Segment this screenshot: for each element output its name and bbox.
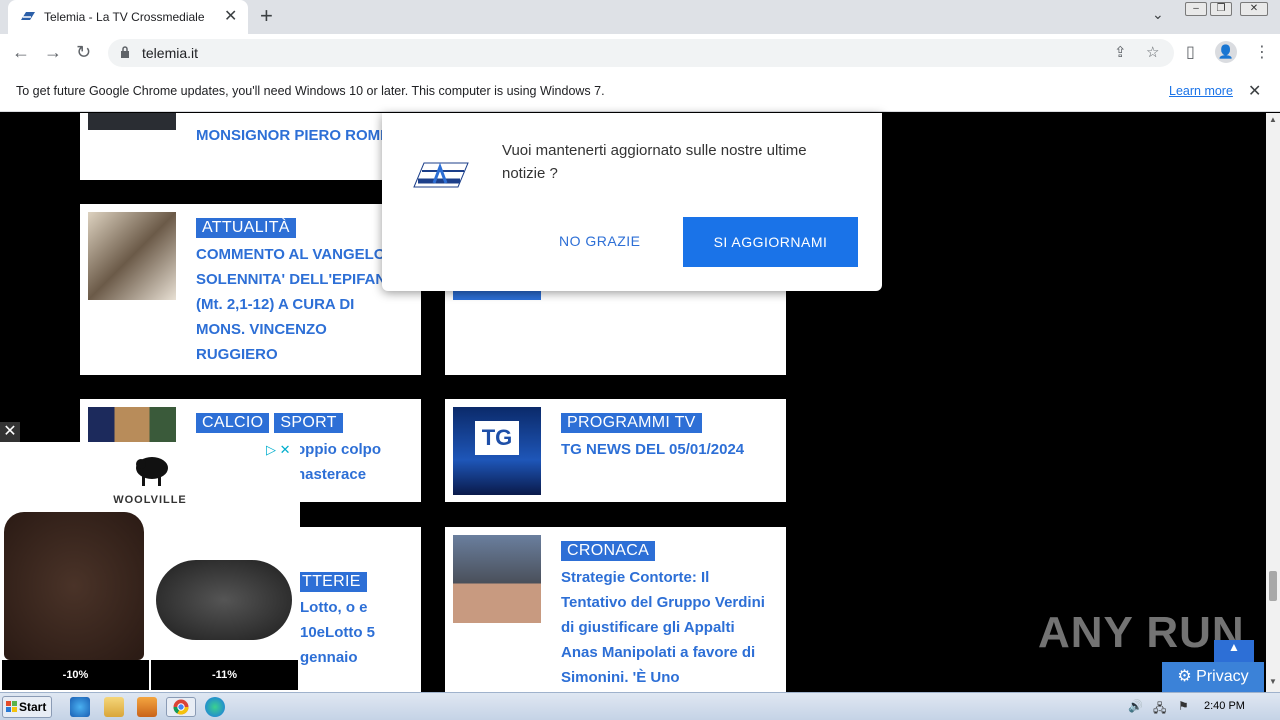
article-thumbnail[interactable] (88, 113, 176, 130)
discount-badge[interactable]: -11% (151, 660, 298, 690)
start-label: Start (19, 700, 47, 714)
windows-taskbar: Start 🔊 🖧 ⚑ 2:40 PM (0, 692, 1280, 720)
article-title[interactable]: Strategie Contorte: Il Tentativo del Gru… (561, 565, 771, 690)
sheep-logo-icon (136, 457, 168, 486)
vest-product-image[interactable] (4, 512, 144, 660)
subscribe-button[interactable]: SI AGGIORNAMI (683, 217, 858, 267)
gear-icon: ⚙ (1177, 668, 1197, 685)
advertisement[interactable]: ▷ ✕ WOOLVILLE -10% -11% (0, 442, 300, 692)
tab-search-chevron-icon[interactable]: ⌄ (1152, 6, 1164, 23)
internet-explorer-icon[interactable] (70, 697, 90, 717)
system-clock[interactable]: 2:40 PM (1204, 700, 1245, 712)
category-tag[interactable]: ATTUALITÀ (196, 218, 296, 238)
article-title[interactable]: TG NEWS DEL 05/01/2024 (561, 437, 771, 462)
privacy-button[interactable]: ⚙ Privacy (1162, 662, 1264, 692)
back-to-top-icon[interactable]: ▲ (1214, 640, 1254, 662)
address-bar[interactable]: telemia.it ⇪ ☆ (108, 39, 1174, 67)
close-window-icon[interactable]: ✕ (1240, 2, 1268, 16)
privacy-label: Privacy (1196, 668, 1249, 685)
ad-brand: WOOLVILLE (113, 494, 187, 506)
article-card[interactable]: CRONACA Strategie Contorte: Il Tentativo… (445, 527, 786, 692)
category-tag[interactable]: PROGRAMMI TV (561, 413, 702, 433)
back-arrow-icon[interactable]: ← (12, 42, 30, 63)
ad-close-icon[interactable]: ✕ (0, 422, 20, 442)
article-card[interactable]: MONSIGNOR PIERO ROMEO (80, 113, 421, 180)
slipper-product-image[interactable] (156, 560, 292, 640)
article-thumbnail[interactable] (453, 535, 541, 623)
scroll-up-icon[interactable]: ▲ (1269, 115, 1277, 124)
page-scrollbar[interactable]: ▲ ▼ (1266, 113, 1280, 692)
category-tag[interactable]: TTERIE (296, 572, 367, 592)
network-icon[interactable]: 🖧 (1153, 699, 1166, 720)
infobar-close-icon[interactable]: ✕ (1248, 81, 1261, 101)
article-card[interactable]: ATTUALITÀ COMMENTO AL VANGELO SOLENNITA'… (80, 204, 421, 375)
site-favicon-icon (21, 12, 35, 20)
scroll-down-icon[interactable]: ▼ (1269, 677, 1277, 686)
tab-title: Telemia - La TV Crossmediale (44, 10, 205, 24)
article-thumbnail[interactable] (88, 212, 176, 300)
forward-arrow-icon[interactable]: → (44, 42, 62, 63)
restore-window-icon[interactable]: ❐ (1210, 2, 1232, 16)
article-card[interactable]: TG PROGRAMMI TV TG NEWS DEL 05/01/2024 (445, 399, 786, 502)
file-explorer-icon[interactable] (104, 697, 124, 717)
category-tag[interactable]: CRONACA (561, 541, 656, 561)
menu-kebab-icon[interactable]: ⋮ (1254, 42, 1270, 62)
tg-logo-icon: TG (475, 421, 519, 455)
tab-strip: Telemia - La TV Crossmediale ✕ + ⌄ – ❐ ✕ (0, 0, 1280, 34)
action-center-flag-icon[interactable]: ⚑ (1178, 699, 1189, 713)
category-tag[interactable]: SPORT (274, 413, 343, 433)
article-title[interactable]: MONSIGNOR PIERO ROMEO (196, 123, 404, 148)
new-tab-icon[interactable]: + (260, 3, 273, 29)
browser-tab[interactable]: Telemia - La TV Crossmediale ✕ (8, 0, 248, 34)
update-infobar: To get future Google Chrome updates, you… (0, 72, 1280, 112)
learn-more-link[interactable]: Learn more (1169, 84, 1233, 98)
browser-toolbar: ← → ↻ telemia.it ⇪ ☆ ▯ 👤 ⋮ (0, 34, 1280, 72)
article-thumbnail[interactable]: TG (453, 407, 541, 495)
tab-close-icon[interactable]: ✕ (224, 6, 237, 26)
start-button[interactable]: Start (2, 696, 52, 718)
no-thanks-button[interactable]: NO GRAZIE (559, 233, 641, 249)
chrome-taskbar-button[interactable] (166, 697, 196, 717)
bookmark-star-icon[interactable]: ☆ (1146, 43, 1159, 61)
telemia-logo-icon (413, 162, 469, 188)
article-title[interactable]: COMMENTO AL VANGELO SOLENNITA' DELL'EPIF… (196, 242, 404, 367)
article-title[interactable]: oppio colpo nasterace (296, 437, 416, 487)
popup-message: Vuoi mantenerti aggiornato sulle nostre … (502, 142, 807, 182)
adchoices-icon[interactable]: ▷ ✕ (266, 442, 291, 458)
subscribe-popup: Vuoi mantenerti aggiornato sulle nostre … (382, 113, 882, 291)
windows-logo-icon (6, 701, 17, 712)
share-icon[interactable]: ⇪ (1114, 43, 1127, 61)
minimize-window-icon[interactable]: – (1185, 2, 1207, 16)
edge-icon[interactable] (205, 697, 225, 717)
article-title[interactable]: Lotto, o e 10eLotto 5 gennaio (300, 595, 420, 670)
url-text[interactable]: telemia.it (142, 45, 198, 61)
category-tag[interactable]: CALCIO (196, 413, 270, 433)
profile-avatar-icon[interactable]: 👤 (1215, 41, 1237, 63)
side-panel-icon[interactable]: ▯ (1186, 42, 1195, 62)
lock-icon (121, 46, 129, 58)
chrome-icon (173, 699, 189, 715)
volume-icon[interactable]: 🔊 (1128, 699, 1143, 713)
media-player-icon[interactable] (137, 697, 157, 717)
infobar-message: To get future Google Chrome updates, you… (16, 84, 605, 98)
reload-icon[interactable]: ↻ (76, 42, 91, 63)
discount-badge[interactable]: -10% (2, 660, 149, 690)
scrollbar-thumb[interactable] (1269, 571, 1277, 601)
